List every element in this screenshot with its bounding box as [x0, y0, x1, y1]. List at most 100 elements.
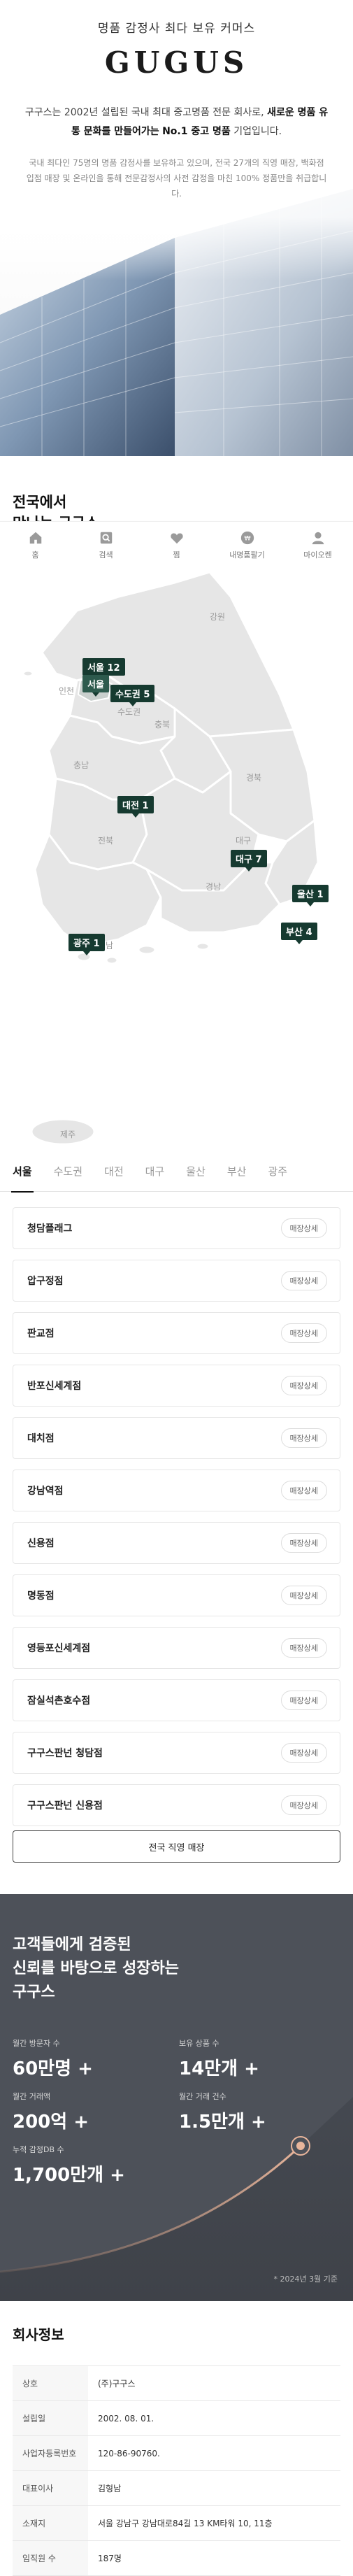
region-label-chungbuk: 충북 — [154, 720, 171, 730]
map-pin-seoul-12[interactable]: 서울 12 — [82, 658, 125, 680]
store-detail-button[interactable]: 매장상세 — [280, 1376, 327, 1395]
table-row: 소재지 서울 강남구 강남대로84길 13 KM타워 10, 11층 — [13, 2505, 340, 2541]
store-detail-button[interactable]: 매장상세 — [280, 1795, 327, 1815]
tab-sudogwon[interactable]: 수도권 — [54, 1151, 82, 1192]
tab-daejeon[interactable]: 대전 — [104, 1151, 124, 1192]
info-value: 서울 강남구 강남대로84길 13 KM타워 10, 11층 — [98, 2519, 273, 2528]
stat-label: 월간 거래액 — [13, 2092, 51, 2101]
store-name: 압구정점 — [27, 1276, 64, 1287]
map-pin-daegu-7[interactable]: 대구 7 — [231, 850, 267, 871]
region-label-daegu: 대구 — [236, 836, 252, 846]
info-value: 김형남 — [98, 2484, 122, 2493]
nav-sell[interactable]: ₩ 내명품팔기 — [212, 522, 282, 569]
store-detail-button[interactable]: 매장상세 — [280, 1533, 327, 1553]
store-detail-button[interactable]: 매장상세 — [280, 1586, 327, 1605]
map-pin-gwangju-1[interactable]: 광주 1 — [69, 934, 105, 955]
table-row: 상호 (주)구구스 — [13, 2365, 340, 2401]
info-value: 120-86-90760. — [98, 2448, 160, 2458]
store-detail-button[interactable]: 매장상세 — [280, 1743, 327, 1763]
table-row: 임직원 수 187명 — [13, 2540, 340, 2576]
store-detail-button[interactable]: 매장상세 — [280, 1481, 327, 1500]
map-pin-ulsan-1[interactable]: 울산 1 — [292, 885, 329, 906]
hero-note: 국내 최다인 75명의 명품 감정사를 보유하고 있으며, 전국 27개의 직영… — [26, 158, 327, 199]
nation-title-line1: 전국에서 — [13, 494, 67, 511]
store-item: 영등포신세계점 매장상세 — [13, 1627, 340, 1669]
tab-gwangju[interactable]: 광주 — [268, 1151, 287, 1192]
map-pin-seoul[interactable]: 서울 — [82, 675, 109, 697]
store-name: 구구스판넌 신용점 — [27, 1800, 103, 1812]
hero-desc-bold2: No.1 중고 명품 — [162, 126, 231, 137]
stat-monthly-visitors: 월간 방문자 수 60만명 + — [13, 2037, 93, 2080]
stats-title-line3: 구구스 — [13, 1984, 55, 2001]
nav-mypage-label: 마이오렌 — [303, 550, 332, 560]
store-detail-button[interactable]: 매장상세 — [280, 1428, 327, 1448]
nav-search[interactable]: 검색 — [71, 522, 141, 569]
stats-title-line2: 신뢰를 바탕으로 성장하는 — [13, 1960, 179, 1977]
store-detail-button[interactable]: 매장상세 — [280, 1218, 327, 1238]
company-info-table: 상호 (주)구구스 설립일 2002. 08. 01. 사업자등록번호 120-86-… — [13, 2365, 340, 2576]
store-detail-button[interactable]: 매장상세 — [280, 1691, 327, 1710]
store-name: 강남역점 — [27, 1486, 64, 1497]
hero-description: 구구스는 2002년 설립된 국내 최대 중고명품 전문 회사로, 새로운 명품… — [23, 104, 331, 141]
region-label-gyeongbuk: 경북 — [246, 773, 262, 783]
region-label-jeonbuk: 전북 — [98, 836, 114, 846]
store-name: 영등포신세계점 — [27, 1643, 91, 1654]
map-pin-daejeon-1[interactable]: 대전 1 — [117, 796, 154, 818]
stat-value: 1.5만개 + — [179, 2112, 266, 2133]
tab-daegu[interactable]: 대구 — [145, 1151, 165, 1192]
map-pin-busan-4[interactable]: 부산 4 — [281, 923, 317, 944]
stat-products: 보유 상품 수 14만개 + — [179, 2037, 259, 2080]
brand-logo: GUGUS — [104, 45, 249, 80]
store-item: 잠실석촌호수점 매장상세 — [13, 1679, 340, 1721]
store-name: 반포신세계점 — [27, 1381, 82, 1392]
bottom-nav: 홈 검색 찜 ₩ 내명품팔기 마이오렌 — [0, 521, 353, 569]
store-item: 명동점 매장상세 — [13, 1574, 340, 1616]
nav-wishlist[interactable]: 찜 — [141, 522, 212, 569]
stat-appraisal-db: 누적 감정DB 수 1,700만개 + — [13, 2144, 125, 2186]
nav-mypage[interactable]: 마이오렌 — [282, 522, 353, 569]
store-name: 명동점 — [27, 1591, 55, 1602]
store-item: 청담플래그 매장상세 — [13, 1207, 340, 1249]
region-label-jeju: 제주 — [60, 1130, 76, 1139]
stats-section: 고객들에게 검증된 신뢰를 바탕으로 성장하는 구구스 월간 방문자 수 60만… — [0, 1894, 353, 2301]
store-item: 반포신세계점 매장상세 — [13, 1365, 340, 1407]
sell-icon: ₩ — [240, 531, 254, 545]
store-detail-button[interactable]: 매장상세 — [280, 1323, 327, 1343]
region-label-incheon: 인천 — [59, 686, 75, 696]
nav-home[interactable]: 홈 — [0, 522, 71, 569]
stats-title-line1: 고객들에게 검증된 — [13, 1936, 131, 1954]
stat-monthly-transactions: 월간 거래 건수 1.5만개 + — [179, 2091, 266, 2133]
store-detail-button[interactable]: 매장상세 — [280, 1271, 327, 1290]
info-value: 187명 — [98, 2554, 122, 2563]
info-key: 소재지 — [13, 2505, 88, 2541]
stat-monthly-sales: 월간 거래액 200억 + — [13, 2091, 89, 2133]
info-key: 설립일 — [13, 2400, 88, 2436]
info-value: (주)구구스 — [98, 2379, 136, 2389]
store-list: 청담플래그 매장상세 압구정점 매장상세 판교점 매장상세 반포신세계점 매장상세 대치… — [13, 1207, 340, 1837]
stats-note: * 2024년 3월 기준 — [273, 2275, 338, 2284]
store-item: 구구스판넌 신용점 매장상세 — [13, 1784, 340, 1826]
korea-map-shape — [22, 571, 319, 1146]
all-stores-button[interactable]: 전국 직영 매장 — [13, 1830, 340, 1863]
tab-ulsan[interactable]: 울산 — [186, 1151, 206, 1192]
region-label-chungnam: 충남 — [73, 760, 89, 770]
tab-busan[interactable]: 부산 — [227, 1151, 247, 1192]
region-label-gangwon: 강원 — [210, 612, 226, 622]
stat-value: 60만명 + — [13, 2058, 93, 2079]
map-pin-sudogwon-5[interactable]: 수도권 5 — [110, 685, 155, 706]
info-key: 상호 — [13, 2365, 88, 2401]
stat-label: 월간 방문자 수 — [13, 2039, 60, 2048]
search-icon — [100, 532, 112, 544]
info-value: 2002. 08. 01. — [98, 2413, 154, 2424]
home-icon — [29, 532, 41, 544]
stat-value: 200억 + — [13, 2112, 89, 2133]
store-name: 구구스판넌 청담점 — [27, 1748, 103, 1759]
stat-value: 1,700만개 + — [13, 2165, 125, 2186]
tab-seoul[interactable]: 서울 — [11, 1151, 34, 1193]
store-item: 신용점 매장상세 — [13, 1522, 340, 1564]
region-tabs: 서울 수도권 대전 대구 울산 부산 광주 — [0, 1151, 353, 1193]
store-detail-button[interactable]: 매장상세 — [280, 1638, 327, 1658]
store-name: 청담플래그 — [27, 1223, 73, 1234]
nav-search-label: 검색 — [99, 550, 113, 560]
stats-title: 고객들에게 검증된 신뢰를 바탕으로 성장하는 구구스 — [13, 1933, 179, 2005]
